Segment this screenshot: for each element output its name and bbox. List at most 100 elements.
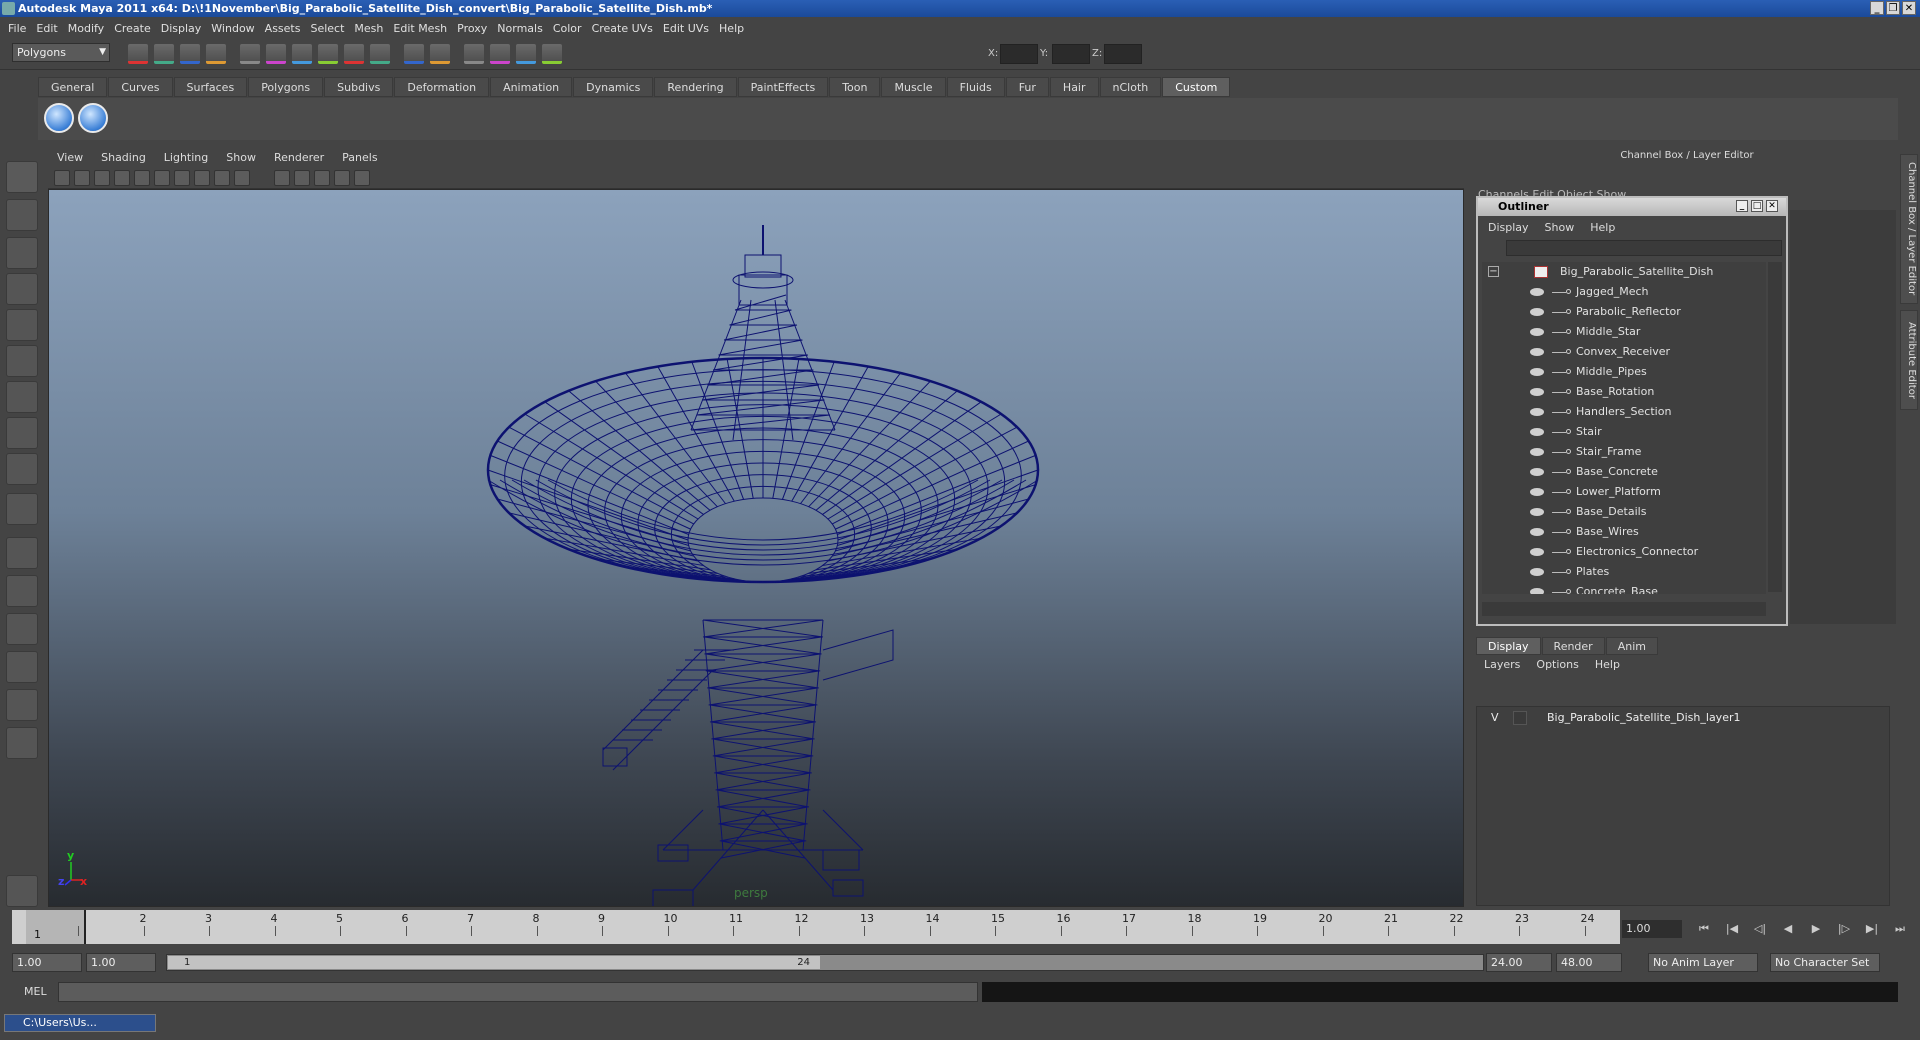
make-live-icon[interactable]: [404, 44, 424, 64]
grid-icon[interactable]: [114, 170, 130, 186]
scale-tool-icon[interactable]: [6, 345, 38, 377]
command-language-label[interactable]: MEL: [24, 985, 47, 998]
last-tool-icon[interactable]: [6, 493, 38, 525]
end-time-field[interactable]: 48.00: [1556, 953, 1622, 972]
shelf-tab-deformation[interactable]: Deformation: [394, 77, 490, 97]
shelf-tab-toon[interactable]: Toon: [829, 77, 881, 97]
outliner-vertical-scrollbar[interactable]: [1768, 262, 1782, 592]
open-scene-icon[interactable]: [154, 44, 174, 64]
menu-create-uvs[interactable]: Create UVs: [592, 22, 653, 35]
menu-modify[interactable]: Modify: [68, 22, 104, 35]
outliner-horizontal-scrollbar[interactable]: [1482, 602, 1766, 616]
select-tool-icon[interactable]: [6, 161, 38, 193]
layer-tab-display[interactable]: Display: [1476, 637, 1541, 655]
outliner-node[interactable]: Lower_Platform: [1482, 482, 1766, 502]
outliner-node[interactable]: Base_Concrete: [1482, 462, 1766, 482]
shelf-tab-rendering[interactable]: Rendering: [654, 77, 737, 97]
select-object-icon[interactable]: [240, 44, 260, 64]
show-manipulator-icon[interactable]: [6, 453, 38, 485]
outliner-node[interactable]: Jagged_Mech: [1482, 282, 1766, 302]
outliner-node[interactable]: Parabolic_Reflector: [1482, 302, 1766, 322]
menu-window[interactable]: Window: [211, 22, 254, 35]
save-scene-icon[interactable]: [180, 44, 200, 64]
collapse-icon[interactable]: −: [1488, 266, 1499, 277]
play-forwards-icon[interactable]: ▶: [1808, 922, 1824, 936]
outliner-titlebar[interactable]: Outliner _ □ ✕: [1478, 198, 1786, 216]
paint-select-tool-icon[interactable]: [6, 237, 38, 269]
textured-icon[interactable]: [234, 170, 250, 186]
shelf-tab-polygons[interactable]: Polygons: [248, 77, 324, 97]
checkmark-icon[interactable]: [78, 103, 108, 133]
outliner-node[interactable]: Base_Details: [1482, 502, 1766, 522]
current-frame-marker[interactable]: 1: [26, 910, 86, 944]
menu-mesh[interactable]: Mesh: [354, 22, 383, 35]
history-icon[interactable]: [430, 44, 450, 64]
shelf-tab-painteffects[interactable]: PaintEffects: [737, 77, 829, 97]
shelf-tab-general[interactable]: General: [38, 77, 108, 97]
outliner-node[interactable]: Electronics_Connector: [1482, 542, 1766, 562]
outliner-node[interactable]: Middle_Pipes: [1482, 362, 1766, 382]
shelf-tab-ncloth[interactable]: nCloth: [1099, 77, 1162, 97]
minimized-window[interactable]: C:\Users\Us...: [4, 1014, 156, 1032]
layer-menu-help[interactable]: Help: [1595, 658, 1620, 671]
isolate-select-icon[interactable]: [334, 170, 350, 186]
four-view-layout-icon[interactable]: [6, 575, 38, 607]
viewport-menu-shading[interactable]: Shading: [101, 151, 146, 164]
z-field[interactable]: [1104, 44, 1142, 64]
outliner-close-button[interactable]: ✕: [1766, 200, 1778, 212]
play-backwards-icon[interactable]: ◀: [1780, 922, 1796, 936]
outliner-node[interactable]: Concrete_Base: [1482, 582, 1766, 594]
outliner-node[interactable]: Stair: [1482, 422, 1766, 442]
outliner-node[interactable]: Stair_Frame: [1482, 442, 1766, 462]
layer-menu-layers[interactable]: Layers: [1484, 658, 1520, 671]
shelf-tab-muscle[interactable]: Muscle: [881, 77, 946, 97]
x-field[interactable]: [1000, 44, 1038, 64]
layer-tab-render[interactable]: Render: [1541, 637, 1605, 655]
step-forward-icon[interactable]: ▶|: [1864, 922, 1880, 936]
outliner-root-node[interactable]: − Big_Parabolic_Satellite_Dish: [1482, 262, 1766, 282]
menu-normals[interactable]: Normals: [497, 22, 543, 35]
soft-modification-icon[interactable]: [6, 417, 38, 449]
outliner-node[interactable]: Plates: [1482, 562, 1766, 582]
layer-color-swatch[interactable]: [1513, 711, 1527, 725]
image-plane-icon[interactable]: [94, 170, 110, 186]
command-input[interactable]: [58, 982, 978, 1002]
wireframe-on-shaded-icon[interactable]: [214, 170, 230, 186]
shelf-tab-animation[interactable]: Animation: [490, 77, 573, 97]
menu-assets[interactable]: Assets: [265, 22, 301, 35]
rotate-tool-icon[interactable]: [6, 309, 38, 341]
time-slider[interactable]: 1 2 3 4 5 6 7 8 9 10 11 12 13 14 15 16 17 18 19 20 21 22 23 24: [12, 910, 1620, 944]
viewport-menu-renderer[interactable]: Renderer: [274, 151, 324, 164]
menu-edit[interactable]: Edit: [36, 22, 57, 35]
persp-graph-layout-icon[interactable]: [6, 651, 38, 683]
render-settings-icon[interactable]: [516, 44, 536, 64]
menu-select[interactable]: Select: [310, 22, 344, 35]
snap-view-plane-icon[interactable]: [370, 44, 390, 64]
step-back-icon[interactable]: |◀: [1724, 922, 1740, 936]
layer-row[interactable]: V Big_Parabolic_Satellite_Dish_layer1: [1479, 709, 1885, 727]
shelf-tab-fur[interactable]: Fur: [1005, 77, 1049, 97]
persp-graph-hypershade-layout-icon[interactable]: [6, 727, 38, 759]
outliner-menu-show[interactable]: Show: [1545, 221, 1575, 234]
shelf-tab-curves[interactable]: Curves: [108, 77, 173, 97]
outliner-node[interactable]: Convex_Receiver: [1482, 342, 1766, 362]
menu-proxy[interactable]: Proxy: [457, 22, 487, 35]
minimize-button[interactable]: _: [1870, 1, 1884, 15]
start-time-field[interactable]: 1.00: [12, 953, 82, 972]
smooth-shade-icon[interactable]: [194, 170, 210, 186]
checkmark-icon[interactable]: [44, 103, 74, 133]
viewport-menu-lighting[interactable]: Lighting: [164, 151, 208, 164]
character-set-selector[interactable]: No Character Set: [1770, 953, 1880, 972]
shelf-tab-dynamics[interactable]: Dynamics: [573, 77, 654, 97]
hypershade-icon[interactable]: [542, 44, 562, 64]
menu-edit-mesh[interactable]: Edit Mesh: [393, 22, 447, 35]
highlight-icon[interactable]: [354, 170, 370, 186]
anim-layer-selector[interactable]: No Anim Layer: [1648, 953, 1758, 972]
shelf-tab-custom[interactable]: Custom: [1162, 77, 1231, 97]
range-slider[interactable]: 1 24: [166, 954, 1484, 971]
viewport-menu-panels[interactable]: Panels: [342, 151, 377, 164]
y-field[interactable]: [1052, 44, 1090, 64]
go-to-start-icon[interactable]: ⏮: [1696, 922, 1712, 936]
select-hierarchy-icon[interactable]: [206, 44, 226, 64]
menu-help[interactable]: Help: [719, 22, 744, 35]
